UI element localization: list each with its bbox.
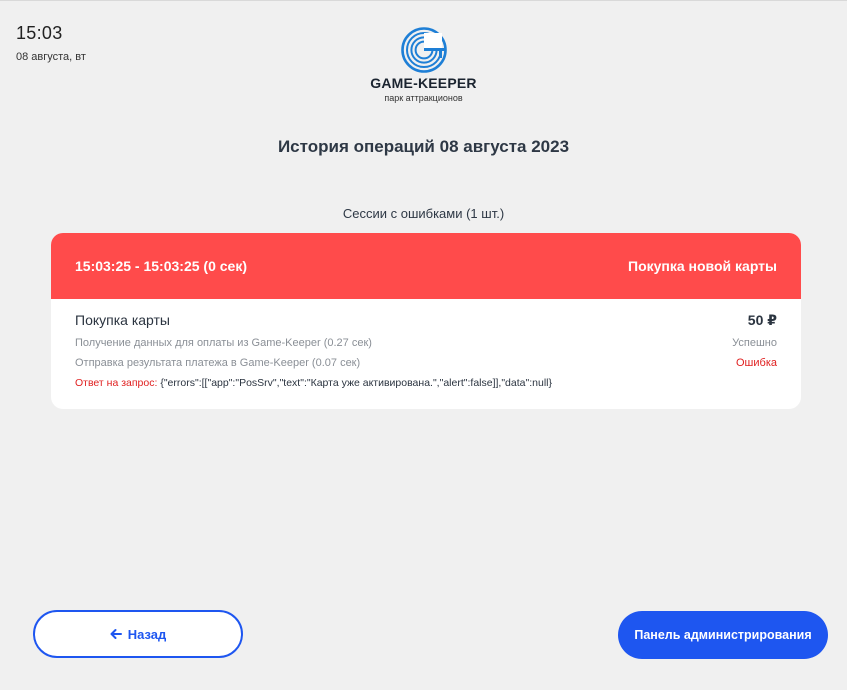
arrow-left-icon <box>110 629 122 639</box>
response-line: Ответ на запрос: {"errors":[["app":"PosS… <box>75 377 777 389</box>
page-title: История операций 08 августа 2023 <box>277 137 570 156</box>
error-session-card: 15:03:25 - 15:03:25 (0 сек) Покупка ново… <box>51 233 801 409</box>
step-label: Отправка результата платежа в Game-Keepe… <box>75 357 361 369</box>
brand-subtitle: парк аттракционов <box>384 93 463 103</box>
response-text: {"errors":[["app":"PosSrv","text":"Карта… <box>160 377 552 389</box>
step-label: Получение данных для оплаты из Game-Keep… <box>75 337 372 349</box>
step-row: Получение данных для оплаты из Game-Keep… <box>75 337 777 349</box>
step-status-error: Ошибка <box>736 357 777 369</box>
item-amount: 50 ₽ <box>747 312 777 328</box>
step-status-success: Успешно <box>732 337 777 349</box>
item-name: Покупка карты <box>75 312 170 328</box>
back-button-label: Назад <box>127 626 167 642</box>
session-operation: Покупка новой карты <box>628 258 777 274</box>
admin-panel-button-label: Панель администрирования <box>634 628 812 642</box>
step-row: Отправка результата платежа в Game-Keepe… <box>75 357 777 369</box>
session-time-range: 15:03:25 - 15:03:25 (0 сек) <box>75 258 247 274</box>
back-button[interactable]: Назад <box>33 610 243 658</box>
session-item-row: Покупка карты 50 ₽ <box>75 312 777 329</box>
brand-logo: GAME-KEEPER парк аттракционов <box>0 27 847 103</box>
session-details: Покупка карты 50 ₽ Получение данных для … <box>51 299 801 389</box>
section-title: Сессии с ошибками (1 шт.) <box>342 206 505 221</box>
brand-name: GAME-KEEPER <box>370 75 477 91</box>
response-label: Ответ на запрос: <box>75 377 158 389</box>
admin-panel-button[interactable]: Панель администрирования <box>618 611 828 659</box>
game-keeper-logo-icon <box>400 27 447 73</box>
session-header: 15:03:25 - 15:03:25 (0 сек) Покупка ново… <box>51 233 801 299</box>
